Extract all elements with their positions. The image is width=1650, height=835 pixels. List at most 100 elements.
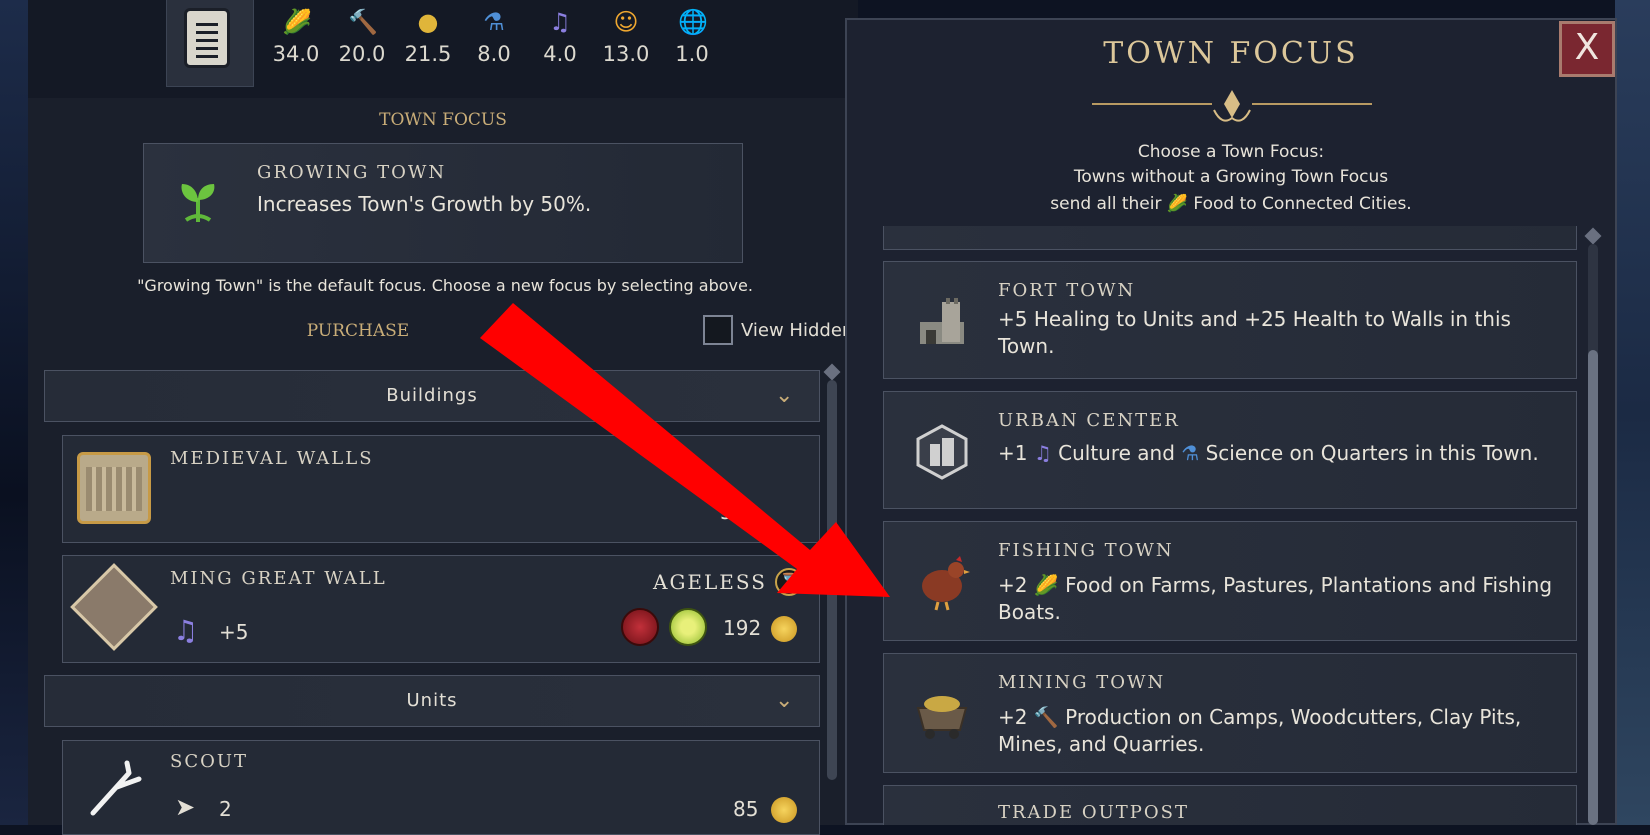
yield-value: 13.0 bbox=[602, 42, 650, 66]
yield-production: 🔨 20.0 bbox=[330, 8, 394, 66]
influence-icon: 🌐 bbox=[678, 8, 708, 36]
fishing-town-title: FISHING TOWN bbox=[998, 540, 1174, 561]
map-background-left bbox=[0, 0, 30, 825]
current-focus-title: GROWING TOWN bbox=[257, 162, 447, 183]
dialog-subtitle-line3: send all their 🌽 Food to Connected Citie… bbox=[845, 194, 1617, 214]
chicken-icon bbox=[922, 556, 970, 611]
food-icon: 🌽 bbox=[1033, 573, 1059, 597]
scout-movement: 2 bbox=[219, 797, 232, 821]
dialog-subtitle-line1: Choose a Town Focus: bbox=[1137, 142, 1325, 162]
medieval-walls-title: MEDIEVAL WALLS bbox=[170, 448, 374, 469]
trade-outpost-option[interactable]: TRADE OUTPOST bbox=[883, 785, 1577, 825]
yield-value: 1.0 bbox=[675, 42, 709, 66]
medieval-walls-cost: 32 bbox=[720, 500, 746, 524]
purchase-heading: PURCHASE bbox=[306, 321, 410, 341]
food-icon: 🌽 bbox=[282, 8, 312, 36]
yield-food: 🌽 34.0 bbox=[264, 8, 328, 66]
view-hidden-checkbox[interactable] bbox=[703, 315, 733, 345]
dialog-title: TOWN FOCUS bbox=[1103, 36, 1359, 71]
culture-icon: ♫ bbox=[549, 8, 571, 36]
purchase-scrollbar[interactable] bbox=[827, 380, 837, 780]
yield-gold: ● 21.5 bbox=[396, 8, 460, 66]
fishing-town-option[interactable]: FISHING TOWN +2 🌽 Food on Farms, Pasture… bbox=[883, 521, 1577, 641]
scout-icon bbox=[90, 760, 142, 816]
food-icon: 🌽 bbox=[1166, 194, 1189, 214]
focus-option-partial[interactable] bbox=[883, 226, 1577, 250]
yield-culture: ♫ 4.0 bbox=[528, 8, 592, 66]
mining-desc-part2: Production on Camps, Woodcutters, Clay P… bbox=[998, 705, 1522, 756]
scout-title: SCOUT bbox=[170, 751, 249, 772]
gold-icon bbox=[771, 616, 797, 642]
buildings-label: Buildings bbox=[386, 385, 478, 406]
mining-town-description: +2 🔨 Production on Camps, Woodcutters, C… bbox=[998, 704, 1564, 758]
fort-town-option[interactable]: FORT TOWN +5 Healing to Units and +25 He… bbox=[883, 261, 1577, 379]
subtitle-part2: Food to Connected Cities. bbox=[1193, 194, 1412, 214]
production-icon: 🔨 bbox=[348, 8, 378, 36]
scroll-icon bbox=[184, 8, 230, 68]
view-hidden-label: View Hidden bbox=[741, 320, 845, 341]
scout-cost: 85 bbox=[733, 797, 759, 821]
science-icon: ⚗ bbox=[483, 8, 505, 36]
economic-icon bbox=[669, 608, 707, 646]
mining-desc-part1: +2 bbox=[998, 705, 1028, 729]
yield-value: 4.0 bbox=[543, 42, 577, 66]
ornament-divider bbox=[1092, 90, 1372, 122]
ming-great-wall-item[interactable]: MING GREAT WALL AGELESS ⌛ ♫ +5 192 bbox=[62, 555, 820, 663]
mining-town-option[interactable]: MINING TOWN +2 🔨 Production on Camps, Wo… bbox=[883, 653, 1577, 773]
yield-value: 21.5 bbox=[404, 42, 452, 66]
yield-science: ⚗ 8.0 bbox=[462, 8, 526, 66]
yield-value: 20.0 bbox=[338, 42, 386, 66]
military-icon bbox=[621, 608, 659, 646]
ming-great-wall-title: MING GREAT WALL bbox=[170, 568, 387, 589]
close-button[interactable]: X bbox=[1559, 21, 1615, 77]
hourglass-icon: ⌛ bbox=[775, 568, 803, 596]
urban-center-option[interactable]: URBAN CENTER +1 ♫ Culture and ⚗ Science … bbox=[883, 391, 1577, 509]
fort-town-title: FORT TOWN bbox=[998, 280, 1136, 301]
fort-icon bbox=[920, 298, 964, 344]
mining-town-title: MINING TOWN bbox=[998, 672, 1166, 693]
fishing-desc-part2: Food on Farms, Pastures, Plantations and… bbox=[998, 573, 1553, 624]
sprout-icon bbox=[181, 184, 215, 222]
town-focus-heading: TOWN FOCUS bbox=[379, 110, 507, 130]
dialog-scrollbar-thumb[interactable] bbox=[1588, 350, 1598, 825]
dialog-subtitle-line2: Towns without a Growing Town Focus bbox=[1073, 167, 1389, 187]
trade-outpost-title: TRADE OUTPOST bbox=[998, 802, 1189, 823]
fort-town-description: +5 Healing to Units and +25 Health to Wa… bbox=[998, 307, 1511, 358]
mine-cart-icon bbox=[916, 696, 968, 739]
subtitle-part1: send all their bbox=[1050, 194, 1162, 214]
happiness-icon: ☺ bbox=[613, 8, 639, 36]
default-focus-note: "Growing Town" is the default focus. Cho… bbox=[137, 276, 753, 295]
units-category[interactable]: Units ⌄ bbox=[44, 675, 820, 727]
science-icon: ⚗ bbox=[1181, 441, 1200, 465]
buildings-category[interactable]: Buildings ⌄ bbox=[44, 370, 820, 422]
urban-center-description: +1 ♫ Culture and ⚗ Science on Quarters i… bbox=[998, 440, 1564, 467]
fishing-desc-part1: +2 bbox=[998, 573, 1028, 597]
yield-influence: 🌐 1.0 bbox=[660, 8, 724, 66]
ming-cost: 192 bbox=[723, 616, 762, 640]
wonder-icon bbox=[70, 563, 158, 651]
fishing-town-description: +2 🌽 Food on Farms, Pastures, Plantation… bbox=[998, 572, 1564, 626]
chevron-down-icon: ⌄ bbox=[775, 688, 794, 713]
urban-desc-part2: Culture and bbox=[1058, 441, 1175, 465]
medieval-walls-item[interactable]: MEDIEVAL WALLS 32 bbox=[62, 435, 820, 543]
wall-icon bbox=[77, 452, 151, 524]
city-icon bbox=[916, 424, 968, 480]
urban-desc-part3: Science on Quarters in this Town. bbox=[1205, 441, 1539, 465]
urban-desc-part1: +1 bbox=[998, 441, 1028, 465]
movement-icon: ➤ bbox=[175, 793, 196, 821]
units-label: Units bbox=[406, 690, 458, 711]
ageless-label: AGELESS bbox=[653, 570, 767, 594]
ming-culture-yield: +5 bbox=[219, 620, 249, 644]
yield-value: 8.0 bbox=[477, 42, 511, 66]
yield-happiness: ☺ 13.0 bbox=[594, 8, 658, 66]
gold-icon bbox=[771, 797, 797, 823]
production-icon: 🔨 bbox=[1033, 705, 1059, 729]
scout-item[interactable]: SCOUT ➤ 2 85 bbox=[62, 740, 820, 835]
current-focus-card[interactable]: GROWING TOWN Increases Town's Growth by … bbox=[143, 143, 743, 263]
current-focus-description: Increases Town's Growth by 50%. bbox=[257, 192, 592, 216]
culture-icon: ♫ bbox=[1033, 441, 1052, 465]
yield-value: 34.0 bbox=[272, 42, 320, 66]
urban-center-title: URBAN CENTER bbox=[998, 410, 1180, 431]
chevron-down-icon: ⌄ bbox=[775, 383, 794, 408]
map-background-right bbox=[1615, 0, 1650, 825]
